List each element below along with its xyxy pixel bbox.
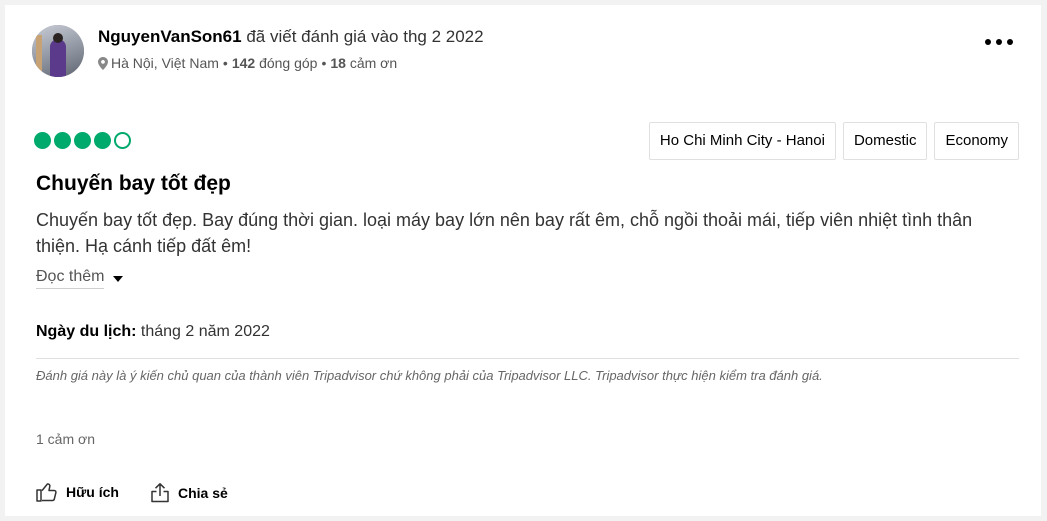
travel-date-value: tháng 2 năm 2022 [140, 323, 270, 340]
avatar[interactable] [32, 25, 84, 77]
contributions-label: đóng góp [259, 55, 318, 71]
share-button[interactable]: Chia sẻ [150, 482, 228, 503]
divider [36, 358, 1019, 359]
trip-tags: Ho Chi Minh City - Hanoi Domestic Economy [648, 122, 1019, 160]
separator: • [222, 55, 228, 71]
read-more-button[interactable]: Đọc thêm [36, 267, 124, 289]
rating-bubble-filled [94, 132, 111, 149]
helpful-button[interactable]: Hữu ích [36, 482, 119, 502]
trip-tag: Ho Chi Minh City - Hanoi [648, 122, 836, 160]
travel-date-label: Ngày du lịch: [36, 323, 137, 340]
bubble-rating [34, 132, 131, 149]
rating-bubble-filled [74, 132, 91, 149]
reviewer-meta: Hà Nội, Việt Nam • 142 đóng góp • 18 cảm… [98, 55, 397, 71]
share-icon [151, 483, 169, 503]
username-link[interactable]: NguyenVanSon61 [98, 27, 242, 46]
wrote-review-text: đã viết đánh giá vào thg 2 2022 [246, 27, 484, 46]
travel-date: Ngày du lịch: tháng 2 năm 2022 [36, 322, 270, 342]
trip-tag: Economy [934, 122, 1019, 160]
disclaimer: Đánh giá này là ý kiến chủ quan của thàn… [36, 368, 823, 383]
review-body: Chuyến bay tốt đẹp. Bay đúng thời gian. … [36, 210, 973, 256]
more-options-icon[interactable] [985, 32, 1013, 52]
thanks-label: cảm ơn [349, 55, 398, 71]
thanks-count: 18 [330, 55, 346, 71]
thanks-received: 1 cảm ơn [36, 431, 95, 447]
contributions-count: 142 [231, 55, 256, 71]
rating-bubble-filled [34, 132, 51, 149]
review-card: NguyenVanSon61 đã viết đánh giá vào thg … [5, 5, 1041, 516]
share-label: Chia sẻ [178, 484, 228, 501]
review-title[interactable]: Chuyến bay tốt đẹp [36, 171, 231, 197]
helpful-label: Hữu ích [66, 484, 119, 500]
map-pin-icon [98, 56, 108, 70]
rating-bubble-empty [114, 132, 131, 149]
trip-tag: Domestic [842, 122, 928, 160]
caret-down-icon [113, 276, 124, 282]
rating-bubble-filled [54, 132, 71, 149]
review-header: NguyenVanSon61 đã viết đánh giá vào thg … [98, 27, 484, 47]
reviewer-location: Hà Nội, Việt Nam [111, 55, 219, 71]
separator: • [321, 55, 327, 71]
thumbs-up-icon [36, 483, 57, 502]
read-more-label: Đọc thêm [36, 267, 105, 289]
